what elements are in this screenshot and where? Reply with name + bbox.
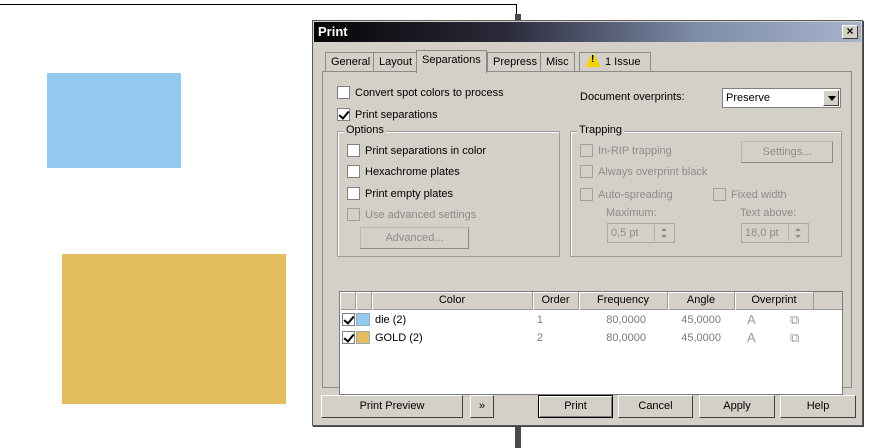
advanced-settings-row: Use advanced settings bbox=[347, 208, 476, 221]
tab-prepress[interactable]: Prepress bbox=[487, 52, 544, 72]
title-bar[interactable]: Print × bbox=[314, 22, 861, 42]
plate-order: 1 bbox=[536, 314, 543, 326]
graphic-overprint-icon[interactable]: ⧉ bbox=[790, 331, 799, 344]
document-overprints-label: Document overprints: bbox=[580, 91, 685, 103]
in-color-row[interactable]: Print separations in color bbox=[347, 144, 486, 157]
plate-color-swatch bbox=[356, 313, 370, 326]
in-rip-checkbox bbox=[580, 144, 593, 157]
empty-plates-row[interactable]: Print empty plates bbox=[347, 187, 453, 200]
print-separations-label: Print separations bbox=[355, 108, 438, 121]
tab-issues-label: 1 Issue bbox=[605, 56, 641, 68]
maximum-spinner: 0,5 pt bbox=[607, 223, 675, 243]
plate-name: die (2) bbox=[375, 314, 407, 326]
convert-spot-checkbox[interactable] bbox=[337, 86, 350, 99]
tab-misc[interactable]: Misc bbox=[540, 52, 575, 72]
plate-frequency[interactable]: 80,0000 bbox=[579, 311, 646, 329]
in-color-label: Print separations in color bbox=[365, 144, 487, 157]
document-overprints-select[interactable]: Preserve bbox=[722, 88, 841, 108]
close-icon: × bbox=[846, 24, 854, 38]
chevron-down-icon[interactable] bbox=[823, 90, 839, 106]
hexachrome-label: Hexachrome plates bbox=[365, 165, 460, 178]
fixed-width-row: Fixed width bbox=[713, 188, 787, 201]
document-overprints-value: Preserve bbox=[726, 92, 771, 104]
auto-spreading-label: Auto-spreading bbox=[598, 188, 673, 201]
text-above-spinner: 18,0 pt bbox=[741, 223, 809, 243]
warning-icon: ! bbox=[585, 53, 601, 67]
plate-angle[interactable]: 45,0000 bbox=[668, 311, 721, 329]
print-dialog: Print × General Layout Separations Prepr… bbox=[312, 20, 863, 426]
overprint-black-checkbox bbox=[580, 165, 593, 178]
table-row[interactable]: die (2) 1 80,0000 45,0000 A ⧉ bbox=[340, 311, 842, 329]
plate-frequency[interactable]: 80,0000 bbox=[579, 329, 646, 347]
expand-preview-button[interactable]: » bbox=[470, 395, 494, 418]
in-rip-label: In-RIP trapping bbox=[598, 144, 672, 157]
options-legend: Options bbox=[344, 124, 386, 136]
dialog-title: Print bbox=[318, 24, 348, 39]
trapping-settings-button: Settings... bbox=[741, 141, 833, 163]
empty-plates-label: Print empty plates bbox=[365, 187, 454, 200]
tab-issues[interactable]: ! 1 Issue bbox=[579, 52, 651, 72]
trapping-legend: Trapping bbox=[577, 124, 625, 136]
plate-order: 2 bbox=[536, 332, 543, 344]
advanced-settings-label: Use advanced settings bbox=[365, 208, 477, 221]
overprint-black-label: Always overprint black bbox=[598, 165, 708, 178]
double-chevron-right-icon: » bbox=[478, 400, 486, 412]
gold-rectangle[interactable] bbox=[62, 254, 286, 404]
advanced-settings-checkbox bbox=[347, 208, 360, 221]
in-rip-row: In-RIP trapping bbox=[580, 144, 672, 157]
header-angle[interactable]: Angle bbox=[668, 292, 735, 310]
overprint-black-row: Always overprint black bbox=[580, 165, 707, 178]
plate-print-checkbox[interactable] bbox=[342, 331, 355, 344]
header-swatch-column bbox=[356, 292, 372, 310]
spinner-arrows-icon bbox=[788, 225, 807, 241]
help-button[interactable]: Help bbox=[780, 395, 856, 418]
maximum-value: 0,5 pt bbox=[611, 227, 639, 239]
plates-table: Color Order Frequency Angle Overprint di… bbox=[339, 291, 843, 395]
in-color-checkbox[interactable] bbox=[347, 144, 360, 157]
print-separations-row[interactable]: Print separations bbox=[337, 108, 438, 121]
header-color[interactable]: Color bbox=[372, 292, 533, 310]
header-overprint[interactable]: Overprint bbox=[735, 292, 814, 310]
apply-button[interactable]: Apply bbox=[699, 395, 775, 418]
plate-name: GOLD (2) bbox=[375, 332, 423, 344]
plate-color-swatch bbox=[356, 331, 370, 344]
tab-layout[interactable]: Layout bbox=[373, 52, 419, 72]
convert-spot-row[interactable]: Convert spot colors to process bbox=[337, 86, 504, 99]
tab-separations[interactable]: Separations bbox=[416, 50, 487, 73]
auto-spreading-row: Auto-spreading bbox=[580, 188, 673, 201]
close-button[interactable]: × bbox=[842, 25, 858, 39]
text-above-label: Text above: bbox=[740, 207, 797, 219]
plate-print-checkbox[interactable] bbox=[342, 313, 355, 326]
maximum-label: Maximum: bbox=[606, 207, 657, 219]
header-check-column bbox=[340, 292, 356, 310]
hexachrome-checkbox[interactable] bbox=[347, 165, 360, 178]
graphic-overprint-icon[interactable]: ⧉ bbox=[790, 313, 799, 326]
spinner-arrows-icon bbox=[654, 225, 673, 241]
print-separations-checkbox[interactable] bbox=[337, 108, 350, 121]
fixed-width-checkbox bbox=[713, 188, 726, 201]
header-frequency[interactable]: Frequency bbox=[579, 292, 668, 310]
fixed-width-label: Fixed width bbox=[731, 188, 787, 201]
text-overprint-icon[interactable]: A bbox=[747, 313, 756, 326]
convert-spot-label: Convert spot colors to process bbox=[355, 86, 504, 99]
cancel-button[interactable]: Cancel bbox=[618, 395, 693, 418]
options-group: Options Print separations in color Hexac… bbox=[337, 124, 560, 257]
text-above-value: 18,0 pt bbox=[745, 227, 779, 239]
auto-spreading-checkbox bbox=[580, 188, 593, 201]
tab-general[interactable]: General bbox=[325, 52, 377, 72]
table-row[interactable]: GOLD (2) 2 80,0000 45,0000 A ⧉ bbox=[340, 329, 842, 347]
separations-panel: Convert spot colors to process Print sep… bbox=[322, 71, 852, 395]
print-preview-button[interactable]: Print Preview bbox=[321, 395, 463, 418]
text-overprint-icon[interactable]: A bbox=[747, 331, 756, 344]
advanced-button: Advanced... bbox=[360, 227, 469, 249]
plate-angle[interactable]: 45,0000 bbox=[668, 329, 721, 347]
trapping-group: Trapping In-RIP trapping Settings... Alw… bbox=[570, 124, 842, 257]
print-button[interactable]: Print bbox=[538, 395, 613, 418]
blue-rectangle[interactable] bbox=[47, 73, 181, 168]
plates-header: Color Order Frequency Angle Overprint bbox=[340, 292, 842, 310]
empty-plates-checkbox[interactable] bbox=[347, 187, 360, 200]
hexachrome-row[interactable]: Hexachrome plates bbox=[347, 165, 460, 178]
header-order[interactable]: Order bbox=[533, 292, 579, 310]
